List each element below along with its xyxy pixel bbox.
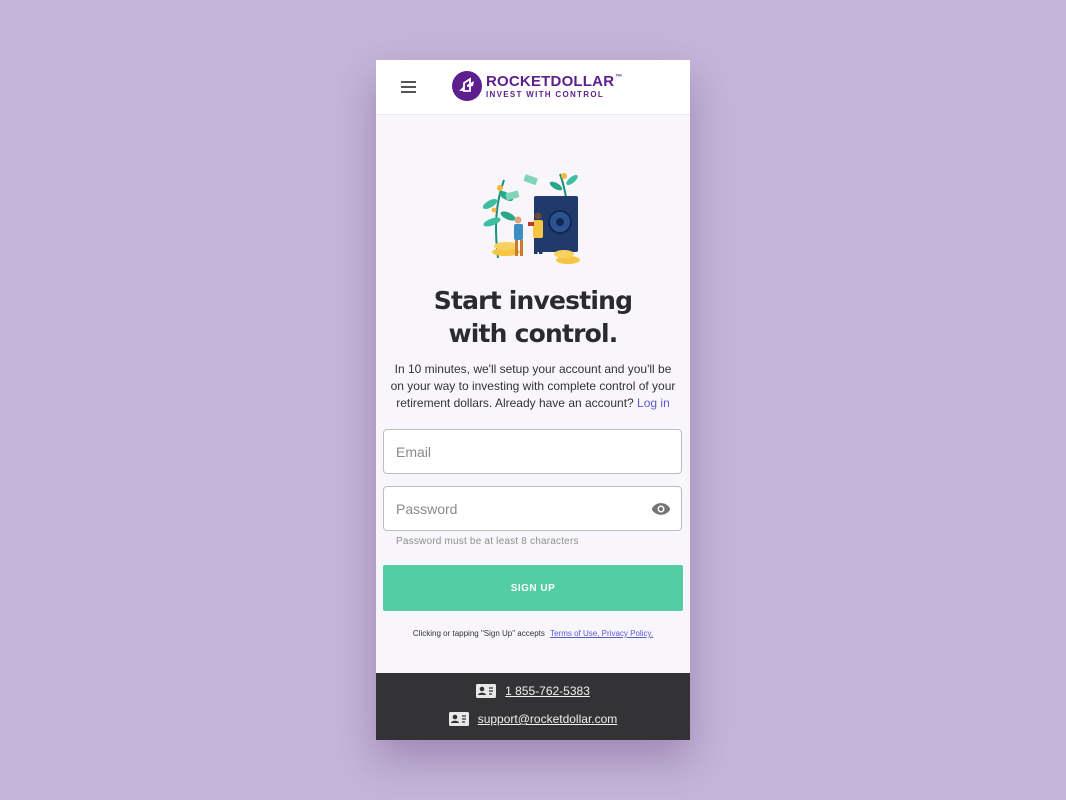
footer-email-row: support@rocketdollar.com xyxy=(376,712,690,726)
intro-description: In 10 minutes, we'll setup your account … xyxy=(390,362,676,410)
rocket-logo-icon xyxy=(452,71,482,101)
contact-card-icon xyxy=(476,684,497,698)
trademark-symbol: ™ xyxy=(615,73,623,81)
password-input[interactable] xyxy=(384,487,646,530)
email-link[interactable]: support@rocketdollar.com xyxy=(478,712,618,726)
eye-icon[interactable] xyxy=(651,501,671,517)
intro-text: In 10 minutes, we'll setup your account … xyxy=(388,361,678,412)
sign-up-button[interactable]: SIGN UP xyxy=(383,565,683,611)
footer-phone-row: 1 855-762-5383 xyxy=(376,684,690,698)
page-headline: Start investing with control. xyxy=(376,284,690,350)
contact-card-icon xyxy=(448,712,469,726)
brand-logo[interactable]: ROCKETDOLLAR™ INVEST WITH CONTROL xyxy=(452,71,622,101)
headline-line-2: with control. xyxy=(448,319,618,348)
email-input[interactable] xyxy=(384,430,646,473)
headline-line-1: Start investing xyxy=(433,286,633,315)
login-link[interactable]: Log in xyxy=(637,396,670,410)
phone-link[interactable]: 1 855-762-5383 xyxy=(505,684,590,698)
password-hint: Password must be at least 8 characters xyxy=(396,536,579,547)
brand-tagline: INVEST WITH CONTROL xyxy=(486,89,605,99)
brand-name: ROCKETDOLLAR xyxy=(486,72,615,90)
terms-text: Clicking or tapping "Sign Up" accepts xyxy=(412,629,545,638)
hero-illustration xyxy=(480,166,590,270)
email-field[interactable] xyxy=(383,429,682,474)
top-bar: ROCKETDOLLAR™ INVEST WITH CONTROL xyxy=(376,60,690,115)
password-field[interactable] xyxy=(383,486,682,531)
terms-privacy-link[interactable]: Terms of Use, Privacy Policy. xyxy=(550,629,653,638)
terms-notice: Clicking or tapping "Sign Up" accepts Te… xyxy=(376,629,690,638)
contact-footer: 1 855-762-5383 support@rocketdollar.com xyxy=(376,673,690,740)
phone-frame: ROCKETDOLLAR™ INVEST WITH CONTROL Start … xyxy=(376,60,690,740)
hamburger-menu-icon[interactable] xyxy=(401,81,416,93)
